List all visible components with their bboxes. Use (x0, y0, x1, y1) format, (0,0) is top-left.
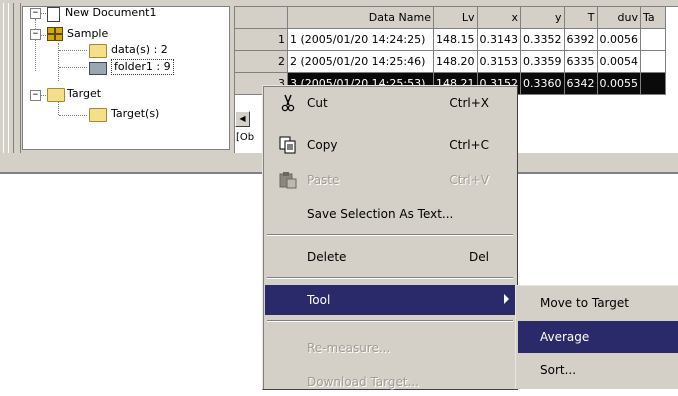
cell-t[interactable]: 6335 (564, 50, 598, 73)
menu-item-tool[interactable]: Tool (265, 285, 515, 315)
cell-x[interactable]: 0.3143 (477, 28, 521, 51)
cell-duv[interactable]: 0.0055 (597, 72, 641, 95)
tree-connector (58, 43, 59, 81)
tree-connector (59, 50, 87, 51)
menu-item-label: Download Target... (307, 375, 420, 389)
cell-y[interactable]: 0.3359 (520, 50, 565, 73)
menu-item-label: Save Selection As Text... (307, 207, 454, 221)
tree-node-document[interactable]: New Document1 (65, 5, 156, 21)
column-header-index[interactable] (235, 7, 288, 29)
submenu-item-label: Move to Target (540, 296, 629, 310)
cell-ta[interactable] (640, 72, 666, 95)
menu-item-label: Delete (307, 250, 347, 264)
folder-icon (89, 108, 107, 122)
cell-ta[interactable] (640, 28, 666, 51)
scissors-icon (281, 94, 295, 112)
submenu-item-move-to-target[interactable]: Move to Target (518, 287, 678, 319)
table-header-row: Data Name Lv x y T duv Ta (235, 7, 666, 29)
menu-shortcut: Ctrl+C (449, 138, 489, 152)
menu-item-delete[interactable]: Delete Del (265, 243, 515, 271)
menu-item-copy[interactable]: Copy Ctrl+C (265, 131, 515, 159)
collapse-icon[interactable]: − (30, 90, 41, 101)
row-number[interactable]: 1 (235, 28, 288, 51)
submenu-item-sort[interactable]: Sort... (518, 354, 678, 386)
folder-icon (47, 88, 65, 102)
paste-icon (279, 172, 297, 189)
tool-submenu: Move to Target Average Sort... (515, 285, 678, 389)
cell-lv[interactable]: 148.15 (433, 28, 478, 51)
menu-item-label: Cut (307, 96, 328, 110)
menu-separator (267, 277, 513, 279)
folder-data-icon (89, 62, 107, 75)
submenu-arrow-icon (504, 294, 509, 304)
cell-x[interactable]: 0.3153 (477, 50, 521, 73)
copy-icon (279, 136, 296, 154)
column-header-lv[interactable]: Lv (433, 7, 478, 29)
submenu-item-label: Average (540, 330, 590, 344)
tree-connector (59, 67, 87, 68)
tree-node-folder1[interactable]: folder1 : 9 (111, 59, 174, 75)
sample-group-icon (47, 27, 63, 41)
toolbar-grip[interactable] (3, 3, 21, 153)
menu-item-remeasure[interactable]: Re-measure... (265, 334, 515, 362)
menu-item-cut[interactable]: Cut Ctrl+X (265, 89, 515, 117)
data-table: Data Name Lv x y T duv Ta 1 1 (2005/01/2… (235, 7, 666, 95)
menu-item-save-selection[interactable]: Save Selection As Text... (265, 200, 515, 228)
column-header-x[interactable]: x (477, 7, 521, 29)
menu-shortcut: Ctrl+X (449, 96, 489, 110)
context-menu: Cut Ctrl+X Copy Ctrl+C Paste Ctrl+V Save… (262, 85, 518, 390)
status-text: [Ob (236, 132, 255, 143)
cell-data-name[interactable]: 2 (2005/01/20 14:25:46) (287, 50, 434, 73)
table-row[interactable]: 2 2 (2005/01/20 14:25:46) 148.20 0.3153 … (235, 50, 666, 73)
menu-item-download-target[interactable]: Download Target... (265, 368, 515, 396)
menu-item-label: Copy (307, 138, 338, 152)
column-header-duv[interactable]: duv (597, 7, 641, 29)
menu-item-label: Tool (307, 293, 331, 307)
column-header-y[interactable]: y (520, 7, 565, 29)
menu-item-paste[interactable]: Paste Ctrl+V (265, 166, 515, 194)
cell-duv[interactable]: 0.0056 (597, 28, 641, 51)
menu-shortcut: Del (469, 250, 489, 264)
submenu-item-average[interactable]: Average (518, 321, 678, 353)
submenu-item-label: Sort... (540, 363, 577, 377)
cell-ta[interactable] (640, 50, 666, 73)
tree-connector (58, 101, 59, 115)
scroll-left-arrow-icon[interactable]: ◀ (235, 111, 250, 127)
menu-separator (267, 234, 513, 236)
cell-t[interactable]: 6392 (564, 28, 598, 51)
collapse-icon[interactable]: − (30, 29, 41, 40)
column-header-data-name[interactable]: Data Name (287, 7, 434, 29)
column-header-t[interactable]: T (564, 7, 598, 29)
cell-data-name[interactable]: 1 (2005/01/20 14:24:25) (287, 28, 434, 51)
tree-node-targets[interactable]: Target(s) (111, 106, 159, 122)
table-row[interactable]: 1 1 (2005/01/20 14:24:25) 148.15 0.3143 … (235, 28, 666, 51)
cell-y[interactable]: 0.3360 (520, 72, 565, 95)
menu-item-label: Re-measure... (307, 341, 391, 355)
tree-connector (35, 19, 36, 71)
menu-separator (267, 320, 513, 322)
tree-node-data[interactable]: data(s) : 2 (111, 42, 168, 58)
cell-t[interactable]: 6342 (564, 72, 598, 95)
document-icon (47, 7, 60, 22)
cell-lv[interactable]: 148.20 (433, 50, 478, 73)
menu-item-label: Paste (307, 173, 340, 187)
document-tree[interactable]: − New Document1 − Sample data(s) : 2 fol… (22, 6, 230, 150)
menu-shortcut: Ctrl+V (449, 173, 489, 187)
cell-duv[interactable]: 0.0054 (597, 50, 641, 73)
column-header-ta[interactable]: Ta (640, 7, 666, 29)
cell-y[interactable]: 0.3352 (520, 28, 565, 51)
folder-icon (89, 44, 107, 58)
row-number[interactable]: 2 (235, 50, 288, 73)
collapse-icon[interactable]: − (30, 8, 41, 19)
tree-node-target[interactable]: Target (67, 86, 101, 102)
tree-connector (59, 115, 87, 116)
tree-node-sample[interactable]: Sample (67, 26, 108, 42)
